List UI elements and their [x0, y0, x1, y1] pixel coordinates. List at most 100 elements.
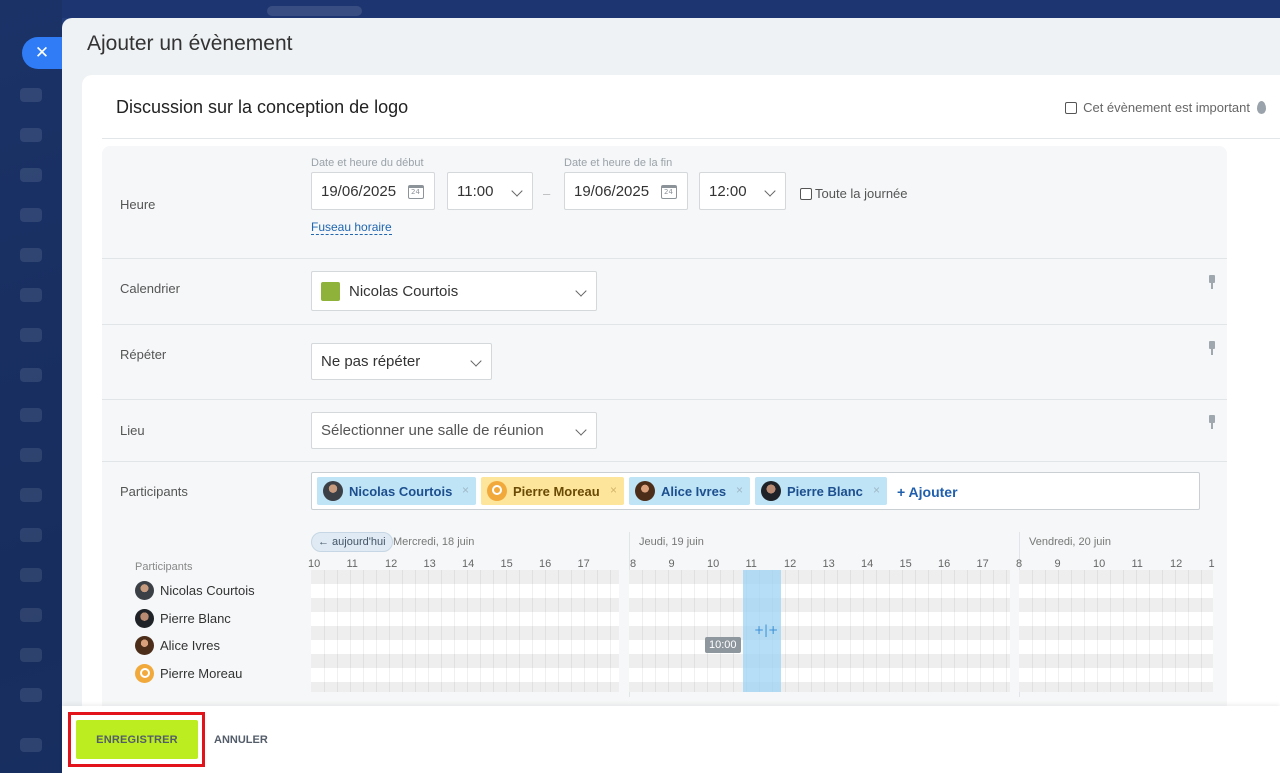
planner-grid-day3[interactable]: [1019, 570, 1213, 692]
top-strip: [62, 0, 1280, 18]
hour-tick-label: 13: [822, 558, 835, 570]
avatar: [135, 636, 154, 655]
drag-handle-icon[interactable]: +|+: [754, 623, 778, 637]
start-date-field[interactable]: 19/06/2025: [311, 172, 435, 210]
avatar: [135, 664, 154, 683]
hour-tick-label: 14: [861, 558, 874, 570]
start-caption: Date et heure du début: [311, 157, 424, 169]
participant-tag[interactable]: Pierre Moreau ×: [481, 477, 624, 505]
calendar-select[interactable]: Nicolas Courtois: [311, 271, 597, 311]
hour-tick-label: 13: [423, 558, 436, 570]
important-label: Cet évènement est important: [1083, 100, 1250, 115]
calendar-label: Calendrier: [120, 281, 180, 296]
end-caption: Date et heure de la fin: [564, 157, 673, 169]
chevron-down-icon: [470, 355, 482, 367]
hour-tick-label: 8: [630, 558, 637, 570]
today-button[interactable]: ← aujourd'hui: [311, 532, 393, 552]
participants-field[interactable]: Nicolas Courtois × Pierre Moreau × Alice…: [311, 472, 1200, 510]
planner-participant: Pierre Moreau: [135, 664, 242, 683]
remove-participant-icon[interactable]: ×: [462, 483, 469, 497]
avatar: [135, 609, 154, 628]
close-icon: ✕: [34, 43, 50, 63]
hour-tick-label: 17: [577, 558, 590, 570]
avatar: [635, 481, 655, 501]
repeat-value: Ne pas répéter: [321, 353, 421, 370]
close-panel-button[interactable]: ✕: [22, 37, 62, 69]
hour-tick-label: 12: [784, 558, 797, 570]
start-time-select[interactable]: 11:00: [447, 172, 533, 210]
participant-tag[interactable]: Pierre Blanc ×: [755, 477, 887, 505]
event-form: Heure Date et heure du début Date et heu…: [102, 146, 1227, 715]
add-participant-link[interactable]: + Ajouter: [897, 484, 958, 500]
participant-tag[interactable]: Nicolas Courtois ×: [317, 477, 476, 505]
hour-tick-label: 16: [938, 558, 951, 570]
calendar-color-swatch: [321, 281, 340, 301]
pin-icon[interactable]: [1208, 415, 1216, 429]
hour-tick-label: 11: [346, 558, 358, 570]
hour-tick-label: 11: [1131, 558, 1143, 570]
repeat-select[interactable]: Ne pas répéter: [311, 343, 492, 380]
all-day-checkbox[interactable]: [800, 187, 812, 200]
hour-tick-label: 10: [707, 558, 720, 570]
hour-tick-label: 12: [385, 558, 398, 570]
row-divider: [102, 399, 1227, 400]
avatar: [323, 481, 343, 501]
calendar-icon[interactable]: [661, 185, 677, 199]
end-time-select[interactable]: 12:00: [699, 172, 786, 210]
row-divider: [102, 258, 1227, 259]
hour-tick-label: 14: [462, 558, 475, 570]
remove-participant-icon[interactable]: ×: [873, 483, 880, 497]
planner-participant-name: Alice Ivres: [160, 638, 220, 653]
location-select[interactable]: Sélectionner une salle de réunion: [311, 412, 597, 449]
location-label: Lieu: [120, 423, 145, 438]
all-day-toggle[interactable]: Toute la journée: [800, 186, 908, 201]
pin-icon[interactable]: [1208, 341, 1216, 355]
planner-participants-header: Participants: [135, 561, 193, 573]
event-name-input[interactable]: Discussion sur la conception de logo: [116, 97, 408, 118]
repeat-label: Répéter: [120, 347, 167, 362]
planner-participant: Nicolas Courtois: [135, 581, 255, 600]
left-sidebar-rail: [0, 0, 62, 773]
pin-icon[interactable]: [1208, 275, 1216, 289]
hour-tick-label: 16: [539, 558, 552, 570]
important-checkbox[interactable]: [1065, 101, 1078, 114]
cancel-button[interactable]: ANNULER: [214, 734, 268, 746]
start-date-value: 19/06/2025: [321, 182, 397, 200]
hour-tick-label: 15: [500, 558, 513, 570]
planner-grid-day2[interactable]: [629, 570, 1010, 692]
row-divider: [102, 461, 1227, 462]
chevron-down-icon: [575, 285, 587, 297]
calendar-value: Nicolas Courtois: [349, 282, 459, 300]
day-label: Vendredi, 20 juin: [1029, 536, 1111, 548]
hour-tick-label: 17: [976, 558, 989, 570]
participant-tag-name: Alice Ivres: [661, 483, 727, 499]
important-toggle[interactable]: Cet évènement est important: [1065, 100, 1266, 115]
timezone-link[interactable]: Fuseau horaire: [311, 220, 392, 235]
calendar-icon[interactable]: [408, 185, 424, 199]
end-date-field[interactable]: 19/06/2025: [564, 172, 688, 210]
participant-tag-name: Nicolas Courtois: [349, 483, 453, 499]
footer-bar: ENREGISTRER ANNULER: [62, 706, 1280, 773]
hour-tick-label: 9: [668, 558, 675, 570]
end-date-value: 19/06/2025: [574, 182, 650, 200]
hour-tick-label: 1: [1208, 558, 1215, 570]
planner-grid-day1[interactable]: [311, 570, 619, 692]
start-time-value: 11:00: [457, 182, 494, 200]
avatar: [135, 581, 154, 600]
participant-tag[interactable]: Alice Ivres ×: [629, 477, 750, 505]
planner-participant-name: Pierre Moreau: [160, 666, 243, 681]
avatar: [487, 481, 507, 501]
chevron-down-icon: [511, 185, 523, 197]
current-time-marker: 10:00: [705, 637, 741, 653]
hour-tick-label: 9: [1054, 558, 1061, 570]
chevron-down-icon: [764, 185, 776, 197]
remove-participant-icon[interactable]: ×: [610, 483, 617, 497]
participants-label: Participants: [120, 484, 188, 499]
remove-participant-icon[interactable]: ×: [736, 483, 743, 497]
planner-participant: Alice Ivres: [135, 636, 220, 655]
save-button[interactable]: ENREGISTRER: [76, 720, 198, 759]
planner-participant: Pierre Blanc: [135, 609, 231, 628]
day-label: Mercredi, 18 juin: [393, 536, 475, 548]
hour-tick-label: 15: [899, 558, 912, 570]
time-label: Heure: [120, 197, 156, 212]
